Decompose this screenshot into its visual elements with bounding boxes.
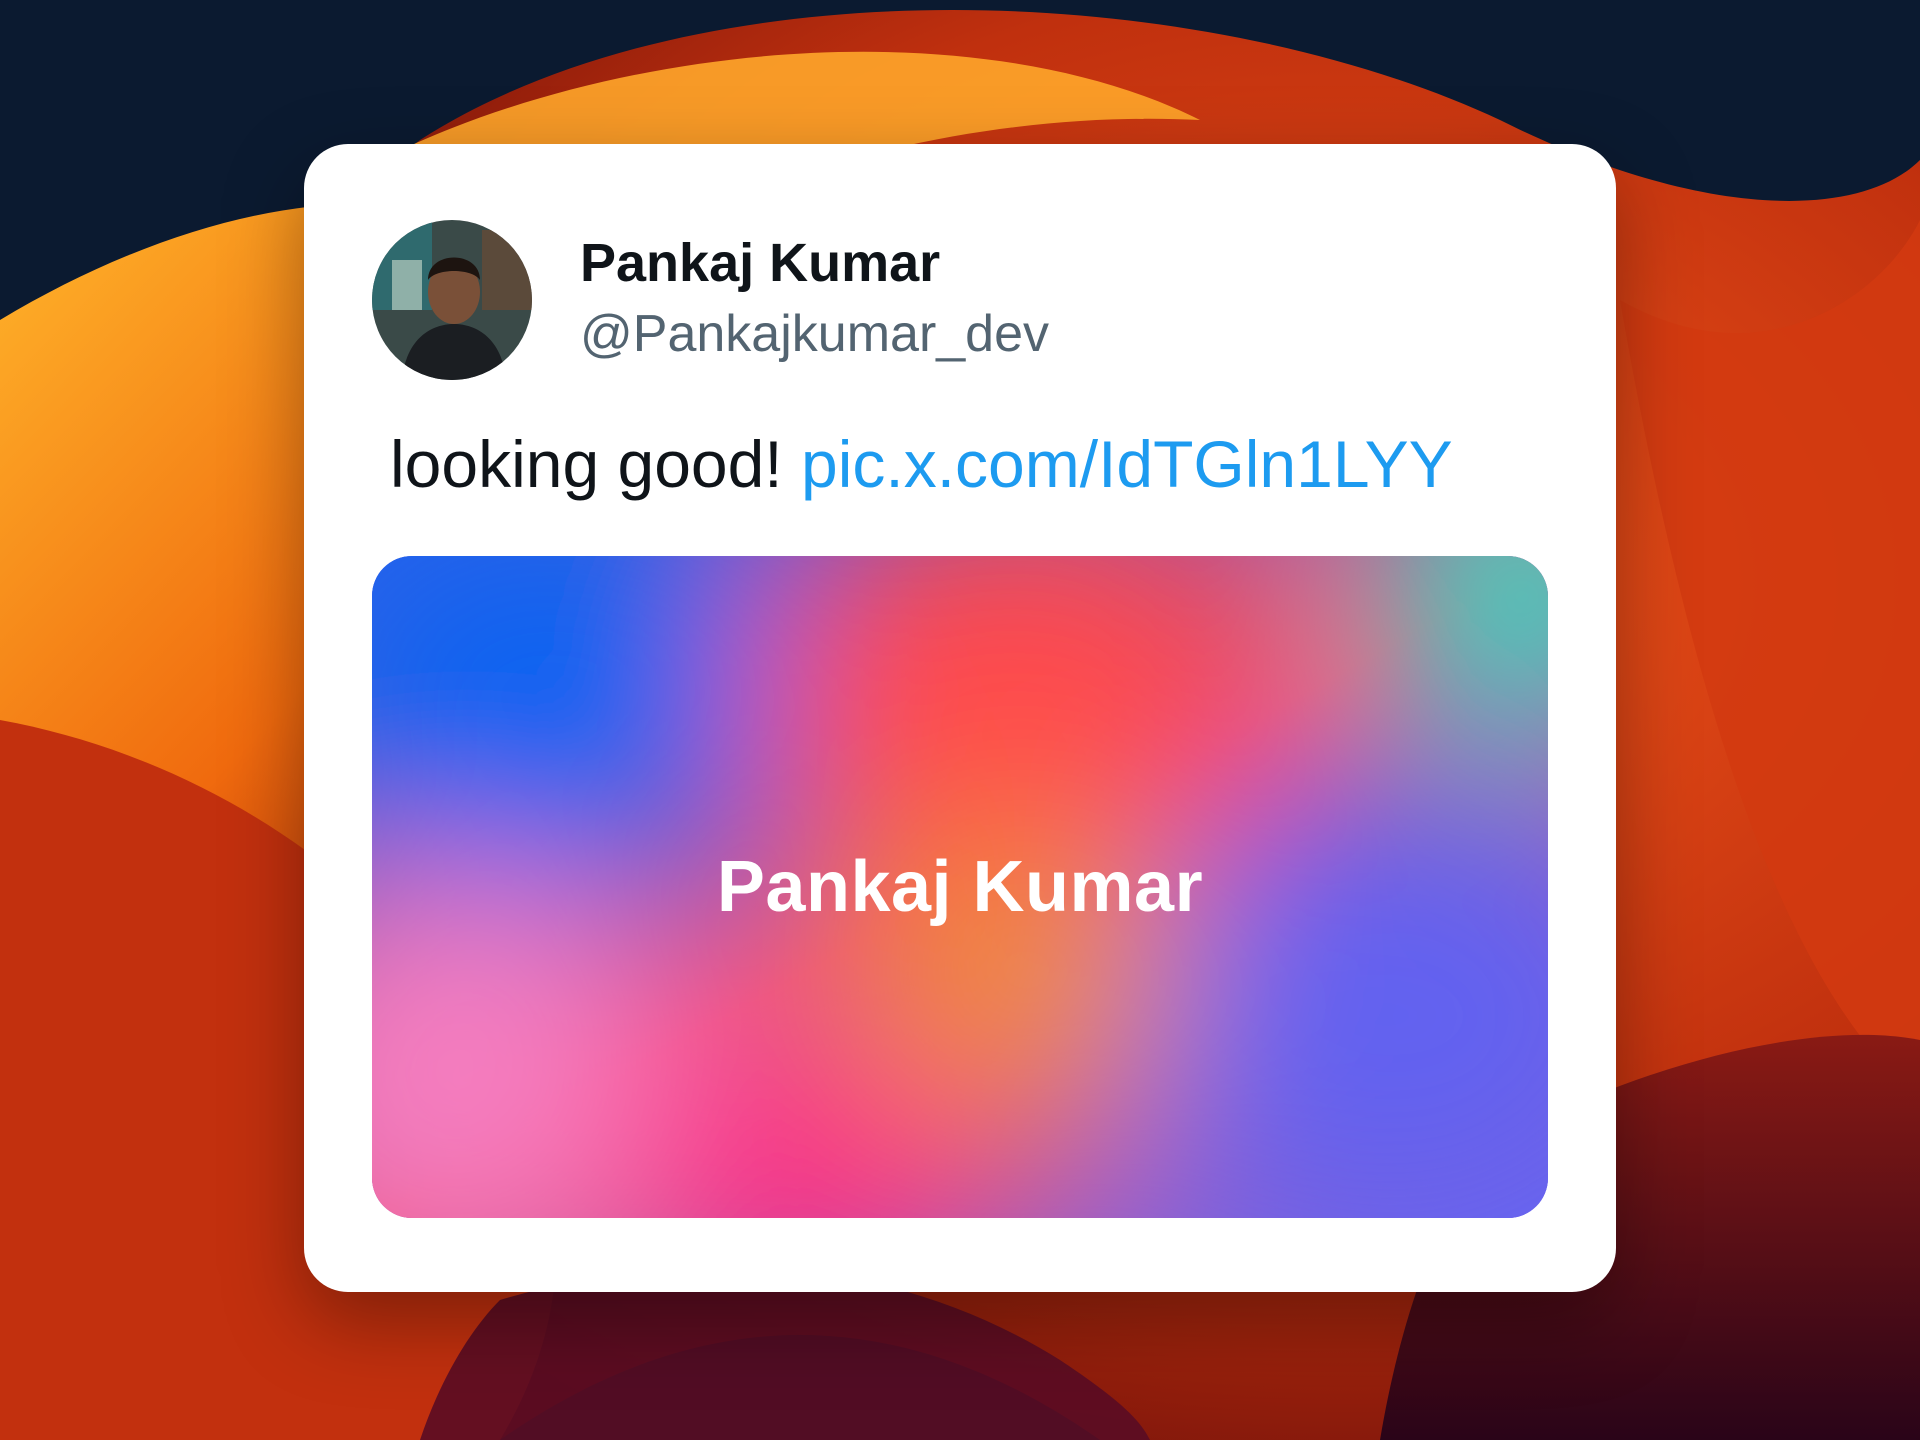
- tweet-media-link[interactable]: pic.x.com/IdTGln1LYY: [801, 427, 1453, 501]
- author-handle[interactable]: @Pankajkumar_dev: [580, 304, 1049, 364]
- tweet-media-image[interactable]: Pankaj Kumar: [372, 556, 1548, 1218]
- profile-photo-icon: [372, 220, 532, 380]
- author-name[interactable]: Pankaj Kumar: [580, 232, 940, 294]
- author-avatar[interactable]: [372, 220, 532, 380]
- tweet-body: looking good! pic.x.com/IdTGln1LYY: [390, 426, 1453, 502]
- media-caption: Pankaj Kumar: [716, 847, 1204, 927]
- tweet-card: Pankaj Kumar @Pankajkumar_dev looking go…: [304, 144, 1616, 1292]
- tweet-text: looking good!: [390, 427, 783, 501]
